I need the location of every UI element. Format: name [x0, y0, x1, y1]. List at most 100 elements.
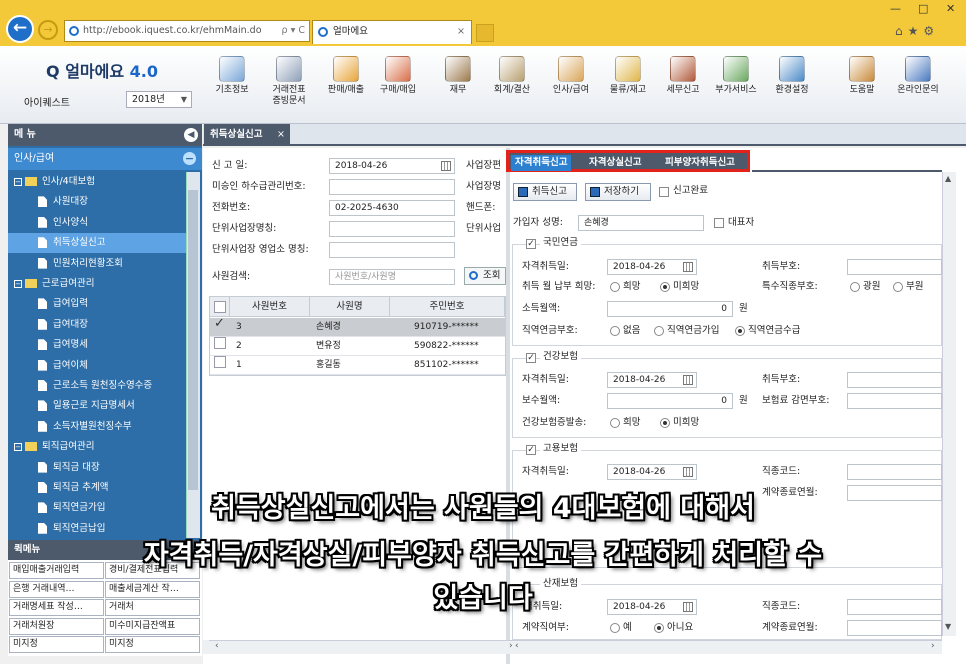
year-select[interactable]: 2018년 ▼: [126, 91, 192, 108]
toolbar-button-3[interactable]: 구매/매입: [372, 52, 424, 120]
new-tab-button[interactable]: [476, 24, 494, 42]
toolbar-button-0[interactable]: 기초정보: [206, 52, 258, 120]
radio-icon[interactable]: [610, 281, 620, 292]
sidebar-category[interactable]: 인사/급여 −: [8, 148, 202, 170]
premium-reduce-input[interactable]: [847, 393, 942, 409]
pension-checkbox[interactable]: ✓: [526, 239, 536, 249]
unit-branch-input[interactable]: [329, 242, 455, 258]
toolbar-button-2[interactable]: 판매/매출: [320, 52, 372, 120]
tab-acquisition-report[interactable]: 자격취득신고: [511, 155, 572, 171]
toolbar-button-9[interactable]: 부가서비스: [710, 52, 762, 120]
employment-acq-date-input[interactable]: 2018-04-26: [607, 464, 697, 480]
address-controls[interactable]: ρ ▾ C: [282, 21, 305, 41]
sidebar-item-8[interactable]: 급여명세: [8, 335, 188, 355]
report-complete-checkbox[interactable]: [659, 187, 669, 197]
row-checkbox[interactable]: [214, 337, 226, 349]
header-checkbox[interactable]: [214, 301, 226, 313]
health-checkbox[interactable]: ✓: [526, 353, 536, 363]
sidebar-item-12[interactable]: 소득자별원천징수부: [8, 417, 188, 437]
member-name-input[interactable]: 손혜경: [578, 215, 704, 231]
unit-name-input[interactable]: [329, 221, 455, 237]
health-acq-date-input[interactable]: 2018-04-26: [607, 372, 697, 388]
acquisition-report-button[interactable]: 취득신고: [513, 183, 577, 201]
tab-loss-report[interactable]: 자격상실신고: [585, 155, 645, 171]
sidebar-item-13[interactable]: − 퇴직급여관리: [8, 437, 188, 457]
pension-pay-wish-no[interactable]: 미희망: [660, 279, 699, 295]
health-card-no[interactable]: 미희망: [660, 415, 699, 431]
toolbar-button-8[interactable]: 세무신고: [657, 52, 709, 120]
collapse-left-icon[interactable]: ◀: [184, 128, 198, 142]
scroll-right-icon[interactable]: ›: [931, 641, 935, 651]
sidebar-item-6[interactable]: 급여입력: [8, 294, 188, 314]
table-row[interactable]: ✓ 3 손혜경 910719-******: [210, 317, 505, 337]
radio-selected-icon[interactable]: [735, 325, 745, 336]
representative-checkbox[interactable]: [714, 218, 724, 228]
row-checkbox[interactable]: ✓: [214, 317, 226, 330]
subcontract-input[interactable]: [329, 179, 455, 195]
radio-icon[interactable]: [610, 417, 620, 428]
scroll-left-icon[interactable]: ‹: [215, 641, 219, 651]
horizontal-scrollbar[interactable]: ‹ › ‹ ›: [209, 640, 942, 654]
scroll-down-icon[interactable]: ▼: [945, 622, 951, 631]
health-pay-input[interactable]: 0: [607, 393, 733, 409]
radio-icon[interactable]: [893, 281, 903, 292]
sidebar-scroll-thumb[interactable]: [188, 190, 198, 490]
maximize-icon[interactable]: □: [918, 2, 928, 15]
health-card-yes[interactable]: 희망: [610, 415, 640, 431]
back-arrow-icon[interactable]: ←: [6, 15, 34, 43]
tree-collapse-icon[interactable]: −: [14, 279, 22, 288]
calendar-icon[interactable]: [683, 467, 693, 477]
special-job-miner[interactable]: 광원: [850, 279, 880, 295]
radio-icon[interactable]: [850, 281, 860, 292]
sidebar-item-1[interactable]: 사원대장: [8, 192, 188, 212]
browser-home-fav-settings-icons[interactable]: ⌂★⚙: [895, 24, 955, 40]
phone-input[interactable]: 02-2025-4630: [329, 200, 455, 216]
grid-header-no[interactable]: 사원번호: [230, 297, 310, 317]
occ-joined[interactable]: 직역연금가입: [654, 323, 719, 339]
tab-close-icon[interactable]: ×: [457, 21, 465, 43]
save-button[interactable]: 저장하기: [585, 183, 651, 201]
sidebar-item-4[interactable]: 민원처리현황조회: [8, 254, 188, 274]
quick-menu-item[interactable]: 거래처원장: [9, 617, 104, 635]
address-bar[interactable]: http://ebook.iquest.co.kr/ehmMain.do ρ ▾…: [64, 20, 310, 42]
quick-menu-item[interactable]: 미지정: [105, 636, 200, 653]
employee-search-input[interactable]: 사원번호/사원명: [329, 269, 455, 285]
contract-no[interactable]: 아니요: [654, 620, 693, 636]
calendar-icon[interactable]: [441, 161, 451, 171]
radio-icon[interactable]: [610, 622, 620, 633]
forward-arrow-icon[interactable]: →: [38, 20, 58, 40]
toolbar-button-12[interactable]: 온라인문의: [892, 52, 944, 120]
sidebar-item-10[interactable]: 근로소득 원천징수영수증: [8, 376, 188, 396]
collapse-minus-icon[interactable]: −: [183, 152, 196, 165]
scroll-up-icon[interactable]: ▲: [945, 174, 951, 183]
search-button[interactable]: 조회: [464, 267, 506, 285]
table-row[interactable]: 2 변유정 590822-******: [210, 337, 505, 356]
occ-receiving[interactable]: 직역연금수급: [735, 323, 800, 339]
minimize-icon[interactable]: —: [890, 2, 901, 15]
quick-menu-item[interactable]: 미지정: [9, 636, 104, 653]
toolbar-button-5[interactable]: 회계/결산: [486, 52, 538, 120]
radio-icon[interactable]: [654, 325, 664, 336]
toolbar-button-7[interactable]: 물류/재고: [602, 52, 654, 120]
toolbar-button-4[interactable]: 재무: [432, 52, 484, 120]
toolbar-button-1[interactable]: 거래전표 증빙문서: [263, 52, 315, 120]
sidebar-item-5[interactable]: − 근로급여관리: [8, 274, 188, 294]
tab-acquisition-loss-report[interactable]: 취득상실신고 ×: [204, 124, 290, 146]
scroll-left-icon[interactable]: ‹: [515, 641, 519, 651]
sidebar-item-3[interactable]: 취득상실신고: [8, 233, 188, 254]
calendar-icon[interactable]: [683, 375, 693, 385]
row-checkbox[interactable]: [214, 356, 226, 368]
tab-dependent-report[interactable]: 피부양자취득신고: [661, 155, 739, 171]
pension-pay-wish-yes[interactable]: 희망: [610, 279, 640, 295]
health-acq-code-input[interactable]: [847, 372, 942, 388]
sidebar-item-2[interactable]: 인사양식: [8, 213, 188, 233]
tree-collapse-icon[interactable]: −: [14, 177, 22, 186]
job-code-input[interactable]: [847, 464, 942, 480]
industrial-contract-end-input[interactable]: [847, 620, 942, 636]
grid-header-ssn[interactable]: 주민번호: [390, 297, 505, 317]
radio-selected-icon[interactable]: [660, 417, 670, 428]
contract-yes[interactable]: 예: [610, 620, 632, 636]
special-job-sailor[interactable]: 부원: [893, 279, 923, 295]
grid-header-name[interactable]: 사원명: [310, 297, 390, 317]
browser-tab[interactable]: 얼마에요 ×: [312, 20, 472, 44]
